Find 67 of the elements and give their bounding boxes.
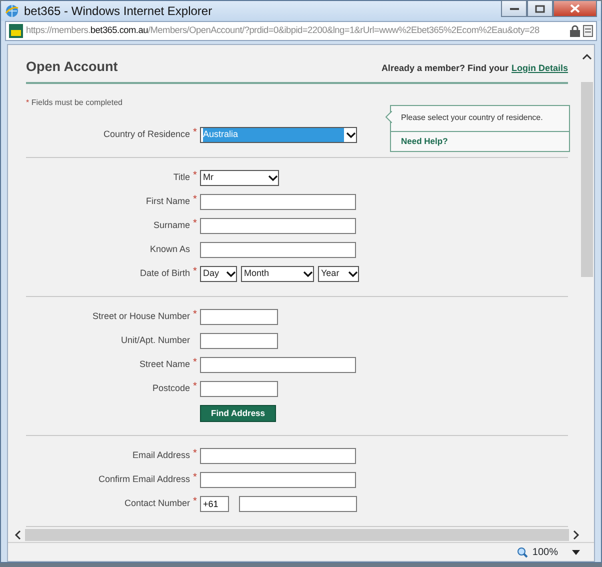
find-address-button[interactable]: Find Address (200, 404, 276, 422)
required-mark: * (193, 264, 197, 278)
site-icon (9, 24, 23, 38)
select-field[interactable]: Month (241, 266, 314, 282)
field-label: Contact Number (124, 497, 190, 510)
page-icon (583, 24, 593, 37)
zoom-icon (517, 546, 528, 558)
input-field[interactable] (200, 309, 278, 325)
minimize-button[interactable] (501, 0, 527, 18)
required-mark: * (193, 168, 197, 182)
page-heading: Open Account (26, 58, 118, 76)
maximize-button[interactable] (527, 0, 553, 18)
field-label: Street Name (139, 358, 190, 372)
dropdown-caret-icon[interactable] (572, 550, 580, 554)
field-label: Postcode (152, 382, 190, 396)
select-field[interactable]: Year (318, 266, 359, 282)
close-icon (570, 4, 580, 14)
input-field[interactable] (200, 194, 356, 210)
input-field[interactable] (239, 496, 357, 512)
field-label: Date of Birth (140, 267, 190, 280)
required-mark: * (193, 470, 197, 484)
caret-icon (226, 270, 236, 278)
lock-icon (570, 24, 580, 37)
close-button[interactable] (553, 0, 597, 18)
required-mark: * (193, 308, 197, 322)
address-bar[interactable]: https://members.bet365.com.au/Members/OpenAccount/?prdid=0&ibpid=2200&lng=1&rUrl=www%2Ebet365%2Ecom%2Eau&oty=28 (5, 20, 597, 41)
horizontal-scrollbar[interactable] (8, 527, 594, 543)
input-field[interactable] (200, 242, 356, 258)
field-label: Email Address (132, 449, 190, 462)
required-mark: * (193, 216, 197, 230)
field-label: First Name (146, 195, 190, 208)
input-field[interactable] (200, 448, 356, 464)
url-text: https://members.bet365.com.au/Members/OpenAccount/?prdid=0&ibpid=2200&lng=1&rUrl=www%2Ebet365%2Ecom%2Eau&oty=28 (26, 24, 540, 37)
field-label: Confirm Email Address (98, 473, 190, 486)
zoom-level[interactable]: 100% (532, 544, 558, 560)
tooltip-text: Please select your country of residence. (391, 106, 569, 132)
help-link[interactable]: Need Help? (401, 136, 448, 146)
login-link[interactable]: Login Details (511, 62, 568, 76)
caret-icon (346, 132, 356, 138)
required-mark: * (193, 446, 197, 460)
required-mark: * (193, 494, 197, 508)
required-mark: * (193, 126, 197, 140)
input-field[interactable]: +61 (200, 496, 229, 512)
select-field[interactable]: Mr (200, 170, 279, 186)
caret-icon (348, 270, 358, 278)
maximize-icon (535, 4, 545, 13)
input-field[interactable] (200, 357, 356, 373)
member-prompt: Already a member? Find your (381, 62, 508, 75)
field-label: Country of Residence (103, 128, 190, 142)
input-field[interactable] (200, 218, 356, 234)
input-field[interactable] (200, 333, 278, 349)
field-label: Known As (150, 243, 190, 256)
select-field[interactable]: Day (200, 266, 237, 282)
required-mark: * (193, 356, 197, 370)
caret-icon (303, 270, 313, 278)
field-label: Unit/Apt. Number (120, 334, 190, 348)
caret-icon (268, 174, 278, 182)
globe-icon (5, 4, 19, 18)
input-field[interactable] (200, 472, 356, 488)
required-mark: * (193, 192, 197, 206)
window-title: bet365 - Windows Internet Explorer (24, 2, 212, 20)
required-note: * Fields must be completed (26, 97, 124, 109)
field-label: Street or House Number (92, 310, 190, 324)
input-field[interactable] (200, 381, 278, 397)
required-mark: * (193, 380, 197, 394)
field-label: Title (173, 171, 190, 184)
field-label: Surname (153, 219, 190, 232)
